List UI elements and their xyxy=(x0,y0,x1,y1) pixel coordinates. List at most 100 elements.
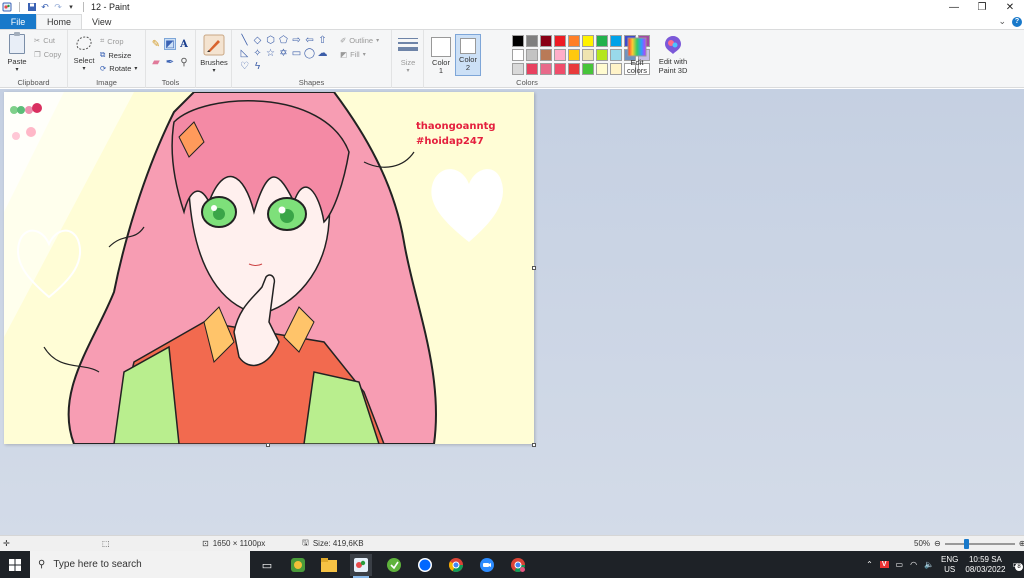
outline-button[interactable]: ✐ Outline ▾ xyxy=(340,36,379,45)
paste-button[interactable]: Paste ▾ xyxy=(6,32,28,75)
palette-swatch[interactable] xyxy=(610,49,622,61)
lightning-shape-icon[interactable]: ϟ xyxy=(251,60,264,73)
close-button[interactable]: ✕ xyxy=(996,0,1024,14)
chevron-up-icon[interactable]: ⌃ xyxy=(866,560,873,569)
fill-button[interactable]: ◩ Fill ▾ xyxy=(340,50,366,59)
zalo-icon[interactable] xyxy=(414,554,436,576)
tab-view[interactable]: View xyxy=(82,14,121,29)
resize-handle-corner[interactable] xyxy=(532,443,536,447)
save-icon[interactable] xyxy=(27,2,37,12)
chrome-icon[interactable] xyxy=(445,554,467,576)
app-green-icon[interactable] xyxy=(383,554,405,576)
help-icon[interactable]: ? xyxy=(1012,16,1022,27)
color1-button[interactable]: Color 1 xyxy=(428,34,454,75)
color-picker-icon[interactable]: ✒ xyxy=(164,56,176,68)
rect-callout-icon[interactable]: ▭ xyxy=(290,47,303,60)
palette-swatch[interactable] xyxy=(554,35,566,47)
vivaldi-tray-icon[interactable]: V xyxy=(879,561,889,568)
palette-swatch[interactable] xyxy=(526,35,538,47)
start-button[interactable] xyxy=(0,551,30,578)
zoom-meetings-icon[interactable] xyxy=(476,554,498,576)
line-shape-icon[interactable]: ╲ xyxy=(238,34,251,47)
undo-icon[interactable]: ↶ xyxy=(40,2,50,12)
pentagon-shape-icon[interactable]: ⬠ xyxy=(277,34,290,47)
palette-swatch[interactable] xyxy=(610,35,622,47)
volume-icon[interactable]: 🔈 xyxy=(924,560,934,569)
zoom-slider-thumb[interactable] xyxy=(964,538,970,549)
six-point-star-icon[interactable]: ✡ xyxy=(277,47,290,60)
redo-icon[interactable]: ↷ xyxy=(53,2,63,12)
palette-swatch[interactable] xyxy=(526,63,538,75)
edit-colors-button[interactable]: Edit colors xyxy=(623,34,651,75)
four-point-star-icon[interactable]: ✧ xyxy=(251,47,264,60)
zoom-in-icon[interactable]: ⊕ xyxy=(1019,539,1024,548)
palette-swatch[interactable] xyxy=(582,35,594,47)
palette-swatch[interactable] xyxy=(526,49,538,61)
taskbar-search[interactable]: ⚲ Type here to search xyxy=(30,551,250,578)
size-button[interactable]: Size ▾ xyxy=(396,36,420,76)
resize-button[interactable]: ⧉ Resize xyxy=(100,50,131,60)
palette-swatch[interactable] xyxy=(596,63,608,75)
color2-button[interactable]: Color 2 xyxy=(455,34,481,76)
palette-swatch[interactable] xyxy=(540,35,552,47)
oval-callout-icon[interactable]: ◯ xyxy=(303,47,316,60)
task-view-icon[interactable]: ▭ xyxy=(256,554,278,576)
triangle-shape-icon[interactable]: ◺ xyxy=(238,47,251,60)
left-arrow-shape-icon[interactable]: ⇦ xyxy=(303,34,316,47)
copy-button[interactable]: ❐ Copy xyxy=(34,50,61,59)
palette-swatch[interactable] xyxy=(568,49,580,61)
zoom-slider[interactable] xyxy=(944,538,1015,549)
system-clock[interactable]: 10:59 SA 08/03/2022 xyxy=(965,555,1005,575)
tab-home[interactable]: Home xyxy=(36,14,83,29)
palette-swatch[interactable] xyxy=(582,63,594,75)
palette-swatch[interactable] xyxy=(554,63,566,75)
cut-button[interactable]: ✂ Cut xyxy=(34,36,55,45)
palette-swatch[interactable] xyxy=(512,35,524,47)
maximize-button[interactable]: ❐ xyxy=(968,0,996,14)
up-arrow-shape-icon[interactable]: ⇧ xyxy=(316,34,329,47)
crop-button[interactable]: ⌗ Crop xyxy=(100,36,124,46)
palette-swatch[interactable] xyxy=(540,63,552,75)
wifi-icon[interactable]: ◠ xyxy=(910,560,917,569)
edit-with-paint3d-button[interactable]: Edit with Paint 3D xyxy=(654,35,692,75)
palette-swatch[interactable] xyxy=(554,49,566,61)
resize-handle-right[interactable] xyxy=(532,266,536,270)
palette-swatch[interactable] xyxy=(610,63,622,75)
app-game-icon[interactable] xyxy=(287,554,309,576)
text-icon[interactable]: A xyxy=(178,38,190,50)
chrome-profile-icon[interactable] xyxy=(507,554,529,576)
resize-handle-bottom[interactable] xyxy=(266,443,270,447)
tab-file[interactable]: File xyxy=(0,14,36,29)
palette-swatch[interactable] xyxy=(582,49,594,61)
cloud-callout-icon[interactable]: ☁ xyxy=(316,47,329,60)
rotate-button[interactable]: ⟳ Rotate ▾ xyxy=(100,64,137,73)
file-explorer-icon[interactable] xyxy=(318,554,340,576)
zoom-out-icon[interactable]: ⊖ xyxy=(934,539,941,548)
brushes-button[interactable]: Brushes ▾ xyxy=(200,34,228,76)
select-button[interactable]: Select ▾ xyxy=(72,34,96,74)
five-point-star-icon[interactable]: ☆ xyxy=(264,47,277,60)
palette-swatch[interactable] xyxy=(568,35,580,47)
hexagon-shape-icon[interactable]: ⬡ xyxy=(264,34,277,47)
customize-dropdown-icon[interactable]: ▾ xyxy=(66,2,76,12)
fill-bucket-icon[interactable]: ◩ xyxy=(164,38,176,50)
drawing-canvas[interactable]: thaongoanntg #hoidap247 xyxy=(4,92,534,444)
palette-swatch[interactable] xyxy=(596,35,608,47)
palette-swatch[interactable] xyxy=(512,49,524,61)
diamond-shape-icon[interactable]: ◇ xyxy=(251,34,264,47)
notification-icon[interactable]: ▭8 xyxy=(1012,560,1023,571)
minimize-button[interactable]: — xyxy=(940,0,968,14)
language-indicator[interactable]: ENG US xyxy=(941,555,958,575)
palette-swatch[interactable] xyxy=(596,49,608,61)
chevron-down-icon[interactable]: ⌄ xyxy=(998,16,1006,27)
pencil-icon[interactable]: ✎ xyxy=(150,38,162,50)
palette-swatch[interactable] xyxy=(568,63,580,75)
heart-shape-icon[interactable]: ♡ xyxy=(238,60,251,73)
paint-taskbar-icon[interactable] xyxy=(350,554,372,578)
eraser-icon[interactable]: ▰ xyxy=(150,56,162,68)
right-arrow-shape-icon[interactable]: ⇨ xyxy=(290,34,303,47)
network-icon[interactable]: ▭ xyxy=(896,560,904,569)
palette-swatch[interactable] xyxy=(512,63,524,75)
palette-swatch[interactable] xyxy=(540,49,552,61)
magnifier-icon[interactable]: ⚲ xyxy=(178,56,190,68)
